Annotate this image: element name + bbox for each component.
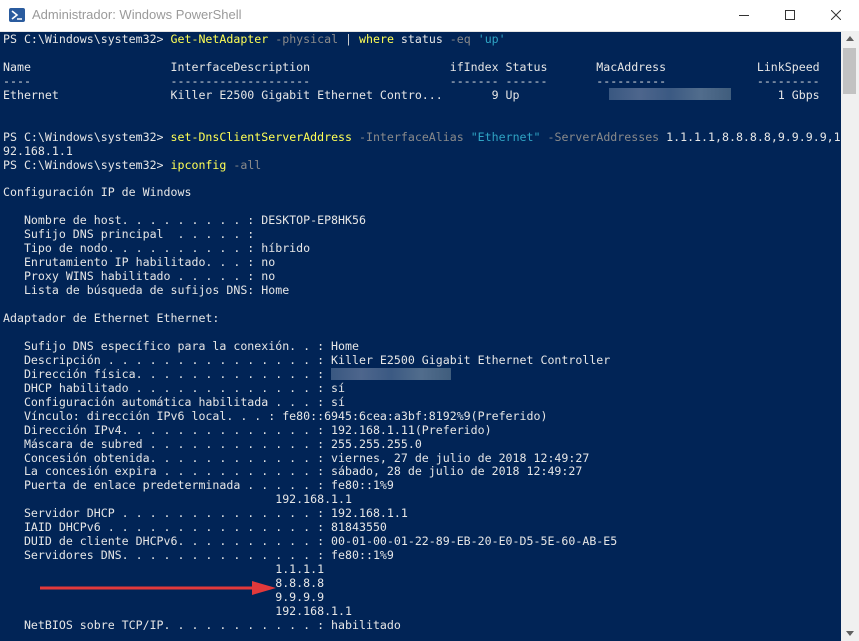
console-text-segment: 192.168.1.1 — [3, 603, 353, 618]
console-text-segment: 'up' — [470, 32, 506, 46]
console-line: 1.1.1.1 — [3, 562, 324, 576]
console-line: DHCP habilitado . . . . . . . . . . . . … — [3, 381, 345, 395]
console-text-segment: Configuración IP de Windows — [3, 185, 192, 200]
maximize-button[interactable] — [767, 0, 813, 31]
console-text-segment: -ServerAddresses — [540, 129, 667, 144]
console-text-segment: DHCP habilitado . . . . . . . . . . . . … — [3, 380, 346, 395]
console-text-segment: Proxy WINS habilitado . . . . . : no — [3, 269, 276, 284]
scroll-thumb[interactable] — [843, 48, 856, 94]
console-text-segment: status — [393, 32, 450, 46]
maximize-icon — [785, 10, 795, 20]
console-line: Dirección IPv4. . . . . . . . . . . . . … — [3, 423, 492, 437]
console-text-segment: 1.1.1.1,8.8.8.8,9.9.9.9,1 — [666, 129, 841, 144]
console-text-segment: -InterfaceAlias — [352, 129, 471, 144]
console-text-segment: -all — [226, 157, 262, 172]
powershell-icon — [9, 8, 25, 22]
console-text-segment: Tipo de nodo. . . . . . . . . . : híbrid… — [3, 241, 311, 256]
red-arrow-annotation — [40, 581, 276, 595]
console-output[interactable]: PS C:\Windows\system32> Get-NetAdapter -… — [3, 31, 841, 641]
window-title: Administrador: Windows PowerShell — [32, 7, 242, 22]
console-text-segment: Get-NetAdapter — [170, 32, 269, 46]
console-line: PS C:\Windows\system32> Get-NetAdapter -… — [3, 32, 506, 46]
console-text-segment: | — [338, 32, 360, 46]
console-text-segment: 192.168.1.1 — [3, 492, 353, 507]
console-line: Configuración automática habilitada . . … — [3, 395, 345, 409]
console-text-segment: ---- -------------------- ------- ------… — [3, 73, 820, 88]
console-line: Vínculo: dirección IPv6 local. . . : fe8… — [3, 408, 548, 423]
console-line: PS C:\Windows\system32> ipconfig -all — [3, 158, 261, 172]
console-line: PS C:\Windows\system32> set-DnsClientSer… — [3, 130, 841, 144]
console-line: Descripción . . . . . . . . . . . . . . … — [3, 353, 610, 367]
console-text-segment: PS C:\Windows\system32> — [3, 32, 171, 46]
console-line: Concesión obtenida. . . . . . . . . . . … — [3, 451, 589, 465]
console-line: Sufijo DNS específico para la conexión. … — [3, 339, 359, 353]
redacted-mac-address — [609, 88, 731, 100]
console-line: Proxy WINS habilitado . . . . . : no — [3, 269, 275, 283]
console-text-segment: "Ethernet" — [470, 129, 541, 144]
console-line: Adaptador de Ethernet Ethernet: — [3, 311, 219, 325]
console-line: DUID de cliente DHCPv6. . . . . . . . . … — [3, 534, 617, 548]
console-text-segment: Name InterfaceDescription ifIndex Status… — [3, 59, 820, 74]
console-text-segment: PS C:\Windows\system32> — [3, 129, 171, 144]
console-text-segment: -eq — [449, 32, 471, 46]
redacted-physical-address — [331, 368, 451, 380]
console-text-segment: Lista de búsqueda de sufijos DNS: Home — [3, 283, 290, 298]
console-line: NetBIOS sobre TCP/IP. . . . . . . . . . … — [3, 618, 401, 632]
console-line: Nombre de host. . . . . . . . . : DESKTO… — [3, 213, 366, 227]
console-text-segment: Enrutamiento IP habilitado. . . : no — [3, 255, 276, 270]
console-text-segment: PS C:\Windows\system32> — [3, 157, 171, 172]
console-text-segment: Dirección física. . . . . . . . . . . . … — [3, 366, 325, 381]
console-text-segment: Nombre de host. . . . . . . . . : DESKTO… — [3, 213, 366, 228]
console-text-segment: Configuración automática habilitada . . … — [3, 394, 346, 409]
console-line: Servidor DHCP . . . . . . . . . . . . . … — [3, 506, 408, 520]
console-text-segment: ipconfig — [170, 157, 227, 172]
console-text-segment: Vínculo: dirección IPv6 local. . . : fe8… — [3, 408, 548, 423]
console-line: IAID DHCPv6 . . . . . . . . . . . . . . … — [3, 520, 387, 534]
console-text-segment: Descripción . . . . . . . . . . . . . . … — [3, 352, 611, 367]
console-line: 92.168.1.1 — [3, 144, 73, 158]
close-button[interactable] — [813, 0, 859, 31]
console-text-segment: where — [359, 32, 394, 46]
console-text-segment: Concesión obtenida. . . . . . . . . . . … — [3, 450, 590, 465]
console-line: Configuración IP de Windows — [3, 185, 191, 199]
minimize-icon — [739, 15, 749, 16]
console-text-segment: 1.1.1.1 — [3, 562, 325, 577]
console-text-segment: Puerta de enlace predeterminada . . . . … — [3, 478, 394, 493]
console-text-segment: Servidor DHCP . . . . . . . . . . . . . … — [3, 506, 408, 521]
console-line: Sufijo DNS principal . . . . . : — [3, 227, 254, 241]
console-line: Tipo de nodo. . . . . . . . . . : híbrid… — [3, 241, 310, 255]
console-line: 192.168.1.1 — [3, 604, 352, 618]
console-text-segment: IAID DHCPv6 . . . . . . . . . . . . . . … — [3, 520, 387, 535]
console-text-segment: Servidores DNS. . . . . . . . . . . . . … — [3, 548, 394, 563]
console-text-segment: set-DnsClientServerAddress — [170, 129, 353, 144]
minimize-button[interactable] — [721, 0, 767, 31]
title-bar[interactable]: Administrador: Windows PowerShell — [0, 0, 859, 32]
console-text-segment: Dirección IPv4. . . . . . . . . . . . . … — [3, 422, 492, 437]
console-text-segment: Adaptador de Ethernet Ethernet: — [3, 311, 220, 325]
console-text-segment: NetBIOS sobre TCP/IP. . . . . . . . . . … — [3, 617, 401, 632]
console-text-segment: 92.168.1.1 — [3, 143, 73, 158]
console-line: La concesión expira . . . . . . . . . . … — [3, 464, 582, 478]
console-line: ---- -------------------- ------- ------… — [3, 74, 820, 88]
console-line: Máscara de subred . . . . . . . . . . . … — [3, 437, 422, 451]
console-line: Puerta de enlace predeterminada . . . . … — [3, 478, 394, 492]
console-text-segment: DUID de cliente DHCPv6. . . . . . . . . … — [3, 534, 618, 549]
console-line: Dirección física. . . . . . . . . . . . … — [3, 367, 324, 381]
console-line: 192.168.1.1 — [3, 492, 352, 506]
scroll-up-icon[interactable] — [846, 36, 854, 41]
console-line: Lista de búsqueda de sufijos DNS: Home — [3, 283, 289, 297]
console-text-segment: Sufijo DNS principal . . . . . : — [3, 227, 255, 242]
console-text-segment: -physical — [268, 32, 339, 46]
console-text-segment: Máscara de subred . . . . . . . . . . . … — [3, 436, 422, 451]
console-text-segment: La concesión expira . . . . . . . . . . … — [3, 464, 583, 479]
scroll-down-icon[interactable] — [846, 631, 854, 636]
powershell-window: Administrador: Windows PowerShell PS C:\… — [0, 0, 859, 641]
vertical-scrollbar[interactable] — [841, 31, 859, 641]
console-line: Servidores DNS. . . . . . . . . . . . . … — [3, 548, 394, 562]
console-text-segment: Sufijo DNS específico para la conexión. … — [3, 338, 359, 353]
console-line: Name InterfaceDescription ifIndex Status… — [3, 60, 820, 74]
close-icon — [831, 10, 841, 20]
console-line: Enrutamiento IP habilitado. . . : no — [3, 255, 275, 269]
